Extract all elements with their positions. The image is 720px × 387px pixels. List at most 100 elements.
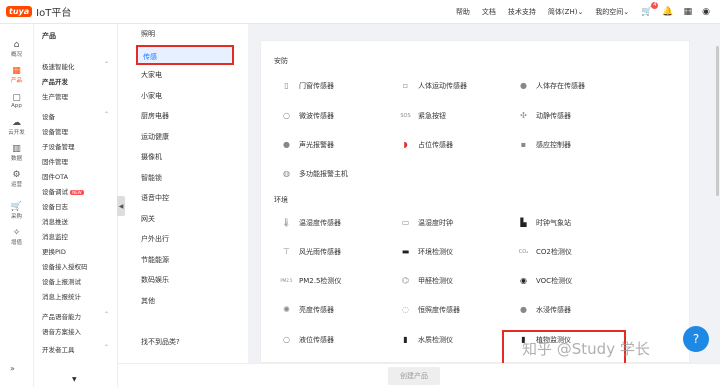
nav-support[interactable]: 技术支持: [508, 7, 536, 17]
device-sos-button[interactable]: SOS 紧急按钮: [399, 109, 446, 122]
apps-grid-icon[interactable]: ▦: [684, 7, 693, 17]
device-panel: 安防 ▯ 门窗传感器 ▫ 人体运动传感器 ● 人体存在传感器 ○ 微波传感器 SOS 紧急…: [260, 40, 690, 363]
rail-value-added[interactable]: ✧ 增值: [0, 224, 33, 250]
sidebar-item-voice[interactable]: 语音方案接入: [34, 325, 117, 340]
device-env-monitor[interactable]: ▬ 环境检测仪: [399, 245, 453, 258]
sidebar-item-product-dev[interactable]: 产品开发: [34, 75, 117, 90]
device-motion-sensor[interactable]: ▫ 人体运动传感器: [399, 79, 467, 92]
rail-expand-icon[interactable]: »: [10, 364, 15, 373]
chevron-down-icon[interactable]: ▼: [72, 376, 77, 383]
device-weather-station[interactable]: ▙ 时钟气象站: [517, 216, 571, 229]
device-microwave-sensor[interactable]: ○ 微波传感器: [280, 109, 334, 122]
device-wind-rain-sensor[interactable]: ⊤ 风光雨传感器: [280, 245, 341, 258]
sidebar-item-monitor[interactable]: 消息监控: [34, 230, 117, 245]
sidebar-group-voice[interactable]: 产品语音能力 ⌃: [34, 311, 117, 321]
thermometer-icon: 🌡: [281, 218, 292, 227]
sidebar-group-device[interactable]: 设备 ⌃: [34, 111, 117, 121]
device-pm25-monitor[interactable]: PM2.5 PM2.5检测仪: [280, 274, 341, 287]
scrollbar[interactable]: [716, 46, 719, 196]
device-door-sensor[interactable]: ▯ 门窗传感器: [280, 79, 334, 92]
device-sensing-controller[interactable]: ▪ 感应控制器: [517, 138, 571, 151]
device-voc-monitor[interactable]: ◉ VOC检测仪: [517, 274, 572, 287]
sos-icon: SOS: [400, 112, 411, 119]
device-water-quality-monitor[interactable]: ▮ 水质检测仪: [399, 333, 453, 346]
create-product-button[interactable]: 创建产品: [388, 367, 440, 385]
device-alarm-host[interactable]: ◍ 多功能报警主机: [280, 167, 348, 180]
device-temp-humidity-sensor[interactable]: 🌡 温湿度传感器: [280, 216, 341, 229]
bell-icon[interactable]: 🔔: [662, 7, 673, 17]
category-gateway[interactable]: 网关: [118, 209, 248, 230]
category-camera[interactable]: 摄像机: [118, 147, 248, 168]
category-voice-hub[interactable]: 语音中控: [118, 188, 248, 209]
lux-sensor-icon: ◌: [402, 305, 409, 314]
sidebar-item-firmware[interactable]: 固件管理: [34, 155, 117, 170]
category-kitchen[interactable]: 厨房电器: [118, 106, 248, 127]
category-small-appliance[interactable]: 小家电: [118, 86, 248, 107]
sidebar-item-subdevice[interactable]: 子设备管理: [34, 140, 117, 155]
nav-help[interactable]: 帮助: [456, 7, 470, 17]
category-sensor[interactable]: 传感: [136, 44, 234, 65]
device-occupancy-sensor[interactable]: ◗ 占位传感器: [399, 138, 453, 151]
device-temp-humidity-clock[interactable]: ▭ 温湿度时钟: [399, 216, 453, 229]
device-level-sensor[interactable]: ○ 液位传感器: [280, 333, 334, 346]
sidebar-item-auth-code[interactable]: 设备接入授权码: [34, 260, 117, 275]
category-lock[interactable]: 智能锁: [118, 168, 248, 189]
user-avatar-icon[interactable]: ◉: [702, 7, 710, 17]
collapse-arrow-icon[interactable]: ◀: [117, 196, 125, 216]
microwave-sensor-icon: ○: [283, 111, 290, 120]
sidebar-group-fast[interactable]: 极速智能化 ⌃: [34, 61, 117, 71]
sidebar-item-report-test[interactable]: 设备上报测试: [34, 275, 117, 290]
device-light-sensor[interactable]: ✺ 亮度传感器: [280, 303, 334, 316]
rail-app[interactable]: ▢ App: [0, 88, 33, 114]
water-drop-icon: ●: [520, 305, 527, 314]
category-other[interactable]: 其他: [118, 291, 248, 312]
category-energy[interactable]: 节能能源: [118, 250, 248, 271]
cart-icon[interactable]: 🛒 4: [641, 2, 659, 17]
gear-icon: ⚙: [12, 170, 21, 180]
controller-icon: ▪: [520, 140, 527, 149]
rail-purchase[interactable]: 🛒 采购: [0, 198, 33, 224]
env-monitor-icon: ▬: [401, 247, 410, 256]
cart-icon: 🛒: [10, 202, 23, 212]
sidebar-item-production[interactable]: 生产管理: [34, 90, 117, 105]
category-entertainment[interactable]: 数码娱乐: [118, 270, 248, 291]
logo[interactable]: tuya IoT平台: [6, 4, 71, 19]
device-formaldehyde-monitor[interactable]: ⌬ 甲醛检测仪: [399, 274, 453, 287]
device-siren[interactable]: ● 声光报警器: [280, 138, 334, 151]
rail-cloud-dev[interactable]: ☁ 云开发: [0, 114, 33, 140]
category-not-found-link[interactable]: 找不到品类?: [141, 337, 180, 347]
pm25-icon: PM2.5: [280, 278, 293, 283]
category-health[interactable]: 运动健康: [118, 127, 248, 148]
sidebar-item-log[interactable]: 设备日志: [34, 200, 117, 215]
co2-icon: CO₂: [518, 248, 529, 255]
chevron-up-icon: ⌃: [103, 61, 109, 68]
sidebar-item-device-mgmt[interactable]: 设备管理: [34, 125, 117, 140]
sidebar-group-devtools[interactable]: 开发者工具 ⌃: [34, 344, 117, 354]
device-water-leak-sensor[interactable]: ● 水浸传感器: [517, 303, 571, 316]
sidebar-item-debug[interactable]: 设备调试 NEW: [34, 185, 117, 200]
nav-docs[interactable]: 文档: [482, 7, 496, 17]
bottom-bar: 创建产品: [118, 363, 720, 387]
sidebar-item-ota[interactable]: 固件OTA: [34, 170, 117, 185]
platform-title: IoT平台: [36, 8, 72, 19]
sidebar-item-push[interactable]: 消息推送: [34, 215, 117, 230]
motion-sensor-icon: ▫: [402, 81, 409, 90]
sidebar-item-pid[interactable]: 更换PID: [34, 245, 117, 260]
category-lighting[interactable]: 照明: [118, 24, 248, 45]
category-outdoor[interactable]: 户外出行: [118, 229, 248, 250]
rail-operations[interactable]: ⚙ 运营: [0, 166, 33, 192]
rail-product[interactable]: ▦ 产品: [0, 62, 33, 88]
main-area: 安防 ▯ 门窗传感器 ▫ 人体运动传感器 ● 人体存在传感器 ○ 微波传感器 SOS 紧急…: [248, 24, 720, 363]
device-vibration-sensor[interactable]: ✣ 动静传感器: [517, 109, 571, 122]
device-presence-sensor[interactable]: ● 人体存在传感器: [517, 79, 585, 92]
device-co2-monitor[interactable]: CO₂ CO2检测仪: [517, 245, 572, 258]
sidebar-item-report-stats[interactable]: 消息上报统计: [34, 290, 117, 305]
chat-help-icon[interactable]: ?: [683, 326, 709, 352]
top-nav: 帮助 文档 技术支持 简体(ZH)⌄ 我的空间⌄ 🛒 4 🔔 ▦ ◉: [456, 0, 720, 24]
nav-language[interactable]: 简体(ZH)⌄: [548, 7, 583, 17]
nav-my-space[interactable]: 我的空间⌄: [595, 7, 629, 17]
category-large-appliance[interactable]: 大家电: [118, 65, 248, 86]
rail-overview[interactable]: ⌂ 概况: [0, 36, 33, 62]
rail-data[interactable]: ▥ 数据: [0, 140, 33, 166]
device-constant-light-sensor[interactable]: ◌ 恒照度传感器: [399, 303, 460, 316]
